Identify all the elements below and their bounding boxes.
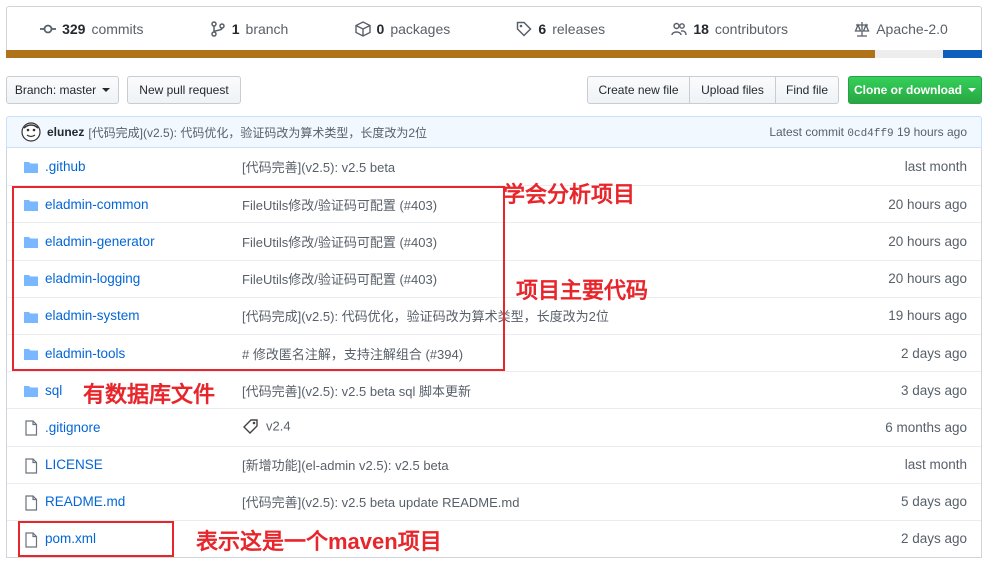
branch-select-button[interactable]: Branch: master [6,76,119,104]
language-bar [6,50,982,58]
file-age: 3 days ago [900,382,967,398]
file-commit-message[interactable]: [新增功能](el-admin v2.5): v2.5 beta [242,455,449,474]
releases-label: releases [552,20,606,37]
file-commit-message-text[interactable]: [代码完善](v2.5): v2.5 beta sql 脚本更新 [242,384,471,399]
branch-select-label: Branch: master [14,83,97,97]
file-age: last month [904,159,967,175]
annotation-box-pom [18,521,174,557]
clone-or-download-button[interactable]: Clone or download [848,76,982,104]
language-segment-blue [942,50,982,58]
file-name-link[interactable]: README.md [45,494,125,509]
file-commit-message[interactable]: [代码完善](v2.5): v2.5 beta [242,157,395,176]
releases-link[interactable]: 6 releases [516,21,605,37]
packages-link[interactable]: 0 packages [354,20,451,37]
branch-link[interactable]: 1 branch [210,20,289,37]
file-name-link[interactable]: .github [45,159,86,174]
annotation-database: 有数据库文件 [83,382,216,407]
file-commit-message-text[interactable]: [新增功能](el-admin v2.5): v2.5 beta [242,458,449,473]
people-icon [671,22,688,35]
tag-icon [517,21,532,37]
new-pull-request-button[interactable]: New pull request [127,76,241,104]
packages-count: 0 [376,20,385,37]
avatar[interactable] [21,122,41,142]
file-row: LICENSE [新增功能](el-admin v2.5): v2.5 beta l… [7,445,981,483]
annotation-box-modules [12,186,505,371]
contributors-count: 18 [693,20,709,37]
file-name-link[interactable]: LICENSE [45,457,103,472]
language-segment-java [6,50,875,58]
file-age: last month [904,457,967,473]
latest-commit-age: 19 hours ago [896,124,967,139]
clone-label: Clone or download [854,83,962,97]
license-link[interactable]: Apache-2.0 [854,21,948,37]
package-icon [354,20,371,37]
tag-icon [242,418,260,436]
latest-commit-info: Latest commit 0cd4ff9 19 hours ago [769,125,967,140]
license-label: Apache-2.0 [876,20,948,37]
branch-label: branch [245,20,289,37]
folder-icon [23,159,39,175]
latest-commit-bar: elunez [代码完成](v2.5): 代码优化，验证码改为算术类型，长度改为… [6,116,982,148]
law-icon [854,21,870,37]
commits-link[interactable]: 329 commits [40,20,144,37]
file-age: 20 hours ago [888,271,967,287]
create-new-file-button[interactable]: Create new file [587,76,690,104]
file-commit-message-text[interactable]: [代码完善](v2.5): v2.5 beta [242,160,395,175]
file-age: 20 hours ago [888,196,967,212]
commit-icon [40,24,57,33]
file-icon [23,420,39,436]
folder-icon [23,383,39,399]
commits-label: commits [91,20,144,37]
file-name-link[interactable]: sql [45,383,62,398]
latest-commit-prefix: Latest commit [769,124,845,139]
annotation-learn: 学会分析项目 [503,182,636,207]
chevron-down-icon [968,88,976,92]
commit-sha-link[interactable]: 0cd4ff9 [847,128,893,140]
commit-message-link[interactable]: [代码完成](v2.5): 代码优化，验证码改为算术类型，长度改为2位 [88,124,427,141]
repo-stats-bar: 329 commits 1 branch 0 packages 6 releas… [6,6,982,50]
file-icon [23,495,39,511]
contributors-label: contributors [714,20,789,37]
file-age: 5 days ago [900,494,967,510]
file-commit-message-text[interactable]: v2.4 [266,419,291,434]
file-age: 2 days ago [900,345,967,361]
file-age: 2 days ago [900,531,967,547]
file-commit-message[interactable]: [代码完善](v2.5): v2.5 beta sql 脚本更新 [242,381,471,400]
file-row: .github [代码完善](v2.5): v2.5 beta last month [7,148,981,185]
commit-author-link[interactable]: elunez [47,125,84,139]
commits-count: 329 [62,20,86,37]
annotation-main-code: 项目主要代码 [516,278,649,303]
file-row: .gitignore v2.4 6 months ago [7,408,981,445]
file-age: 6 months ago [885,419,967,435]
language-segment-other [874,50,943,58]
file-name-link[interactable]: .gitignore [45,420,101,435]
file-icon [23,457,39,474]
file-age: 20 hours ago [888,233,967,249]
file-commit-message[interactable]: [代码完善](v2.5): v2.5 beta update README.md [242,492,519,511]
find-file-button[interactable]: Find file [775,76,839,104]
file-commit-message[interactable]: v2.4 [242,418,291,436]
branch-icon [210,20,225,37]
branch-count: 1 [231,20,240,37]
file-commit-message-text[interactable]: [代码完善](v2.5): v2.5 beta update README.md [242,495,519,510]
annotation-maven: 表示这是一个maven项目 [196,529,442,554]
file-age: 19 hours ago [888,308,967,324]
file-row: README.md [代码完善](v2.5): v2.5 beta update … [7,482,981,520]
packages-label: packages [390,20,451,37]
contributors-link[interactable]: 18 contributors [671,21,788,37]
upload-files-button[interactable]: Upload files [689,76,776,104]
chevron-down-icon [102,88,111,92]
releases-count: 6 [538,20,547,37]
